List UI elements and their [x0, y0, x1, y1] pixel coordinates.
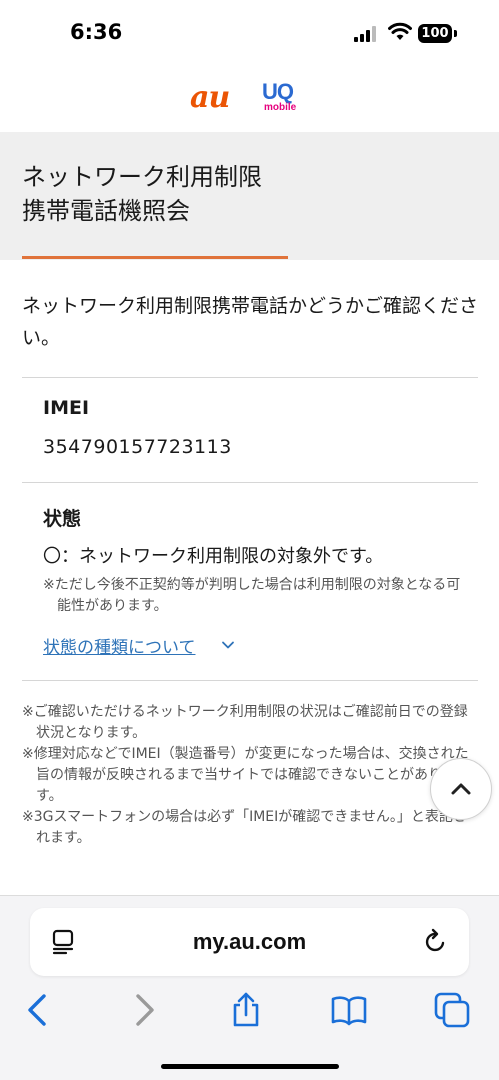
address-bar[interactable]: my.au.com — [30, 908, 469, 976]
status-bar: 6:36 100 — [0, 0, 499, 62]
divider-top — [22, 377, 478, 378]
browser-chrome: my.au.com — [0, 895, 499, 1080]
notes: ※ご確認いただけるネットワーク利用制限の状況はご確認前日での登録状況となります。… — [22, 702, 478, 849]
state-value: 〇：ネットワーク利用制限の対象外です。 — [43, 546, 384, 567]
url-text[interactable]: my.au.com — [30, 908, 469, 976]
note-item: ※修理対応などでIMEI（製造番号）が変更になった場合は、交換された旨の情報が反… — [22, 746, 469, 804]
title-block: ネットワーク利用制限 携帯電話機照会 — [0, 132, 499, 260]
book-icon[interactable] — [331, 992, 367, 1028]
state-label: 状態 — [43, 508, 82, 530]
forward-chevron-icon[interactable] — [126, 992, 162, 1028]
uq-logo-text: UQ — [262, 79, 294, 104]
wifi-icon — [388, 22, 412, 40]
au-logo[interactable]: au — [190, 80, 230, 115]
uq-logo-subtext: mobile — [264, 102, 297, 113]
logo-bar: au UQ mobile — [0, 62, 499, 134]
uq-mobile-logo[interactable]: UQ mobile — [262, 79, 302, 114]
share-icon[interactable] — [228, 992, 264, 1028]
divider-middle — [22, 482, 478, 483]
page-title-line-2: 携帯電話機照会 — [22, 197, 190, 225]
status-time: 6:36 — [70, 20, 123, 44]
imei-value: 354790157723113 — [43, 436, 232, 458]
page-title-line-1: ネットワーク利用制限 — [22, 163, 262, 191]
reload-icon[interactable] — [422, 928, 450, 956]
reader-mode-icon[interactable] — [50, 928, 78, 956]
note-item: ※3Gスマートフォンの場合は必ず「IMEIが確認できません。」と表記されます。 — [22, 809, 467, 846]
scroll-to-top-button[interactable] — [430, 758, 492, 820]
state-note: ※ただし今後不正契約等が判明した場合は利用制限の対象となる可能性があります。 — [43, 577, 461, 614]
chevron-up-icon — [451, 783, 471, 795]
tabs-icon[interactable] — [434, 992, 470, 1028]
battery-tip — [454, 30, 457, 37]
chevron-down-icon[interactable] — [220, 637, 236, 653]
imei-label: IMEI — [43, 397, 90, 419]
divider-bottom — [22, 680, 478, 681]
signal-icon — [354, 26, 380, 42]
battery-level: 100 — [418, 24, 452, 43]
title-underline — [22, 256, 288, 259]
back-chevron-icon[interactable] — [20, 992, 56, 1028]
note-item: ※ご確認いただけるネットワーク利用制限の状況はご確認前日での登録状況となります。 — [22, 704, 468, 741]
state-types-link[interactable]: 状態の種類について — [43, 633, 196, 658]
home-indicator — [161, 1064, 339, 1069]
page-title: ネットワーク利用制限 携帯電話機照会 — [22, 160, 262, 228]
intro-text: ネットワーク利用制限携帯電話かどうかご確認ください。 — [22, 295, 479, 349]
